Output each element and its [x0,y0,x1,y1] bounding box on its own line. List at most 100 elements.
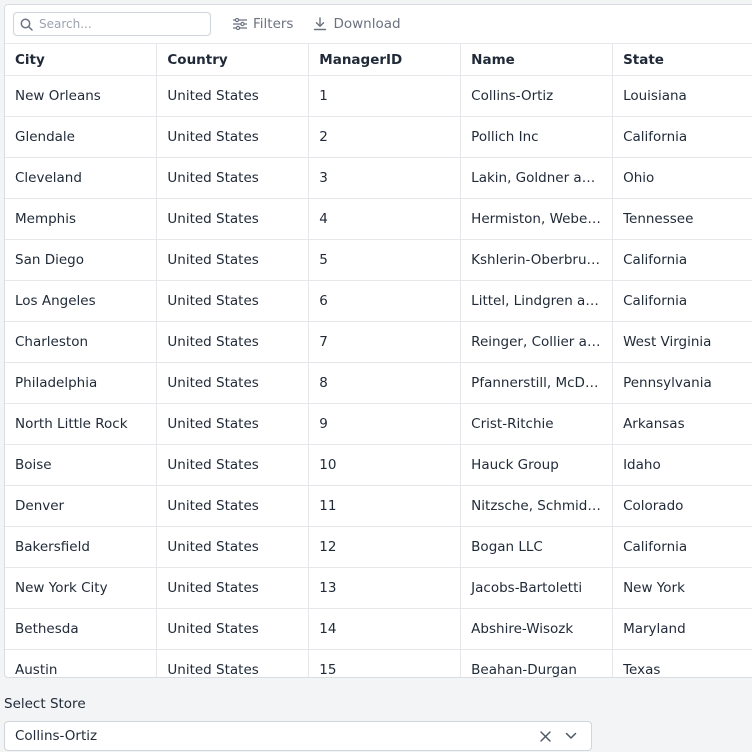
filters-button[interactable]: Filters [233,16,293,32]
cell-city: Denver [5,485,158,527]
table-row[interactable]: Glendale United States 2 Pollich Inc Califor… [5,116,752,158]
table-row[interactable]: New Orleans United States 1 Collins-Ortiz Lo… [5,75,752,117]
table-row[interactable]: San Diego United States 5 Kshlerin-Oberbrun… [5,239,752,281]
data-table-panel: Filters Download City Country ManagerID … [4,4,752,678]
cell-state: California [612,239,752,281]
cell-managerid: 6 [308,280,462,322]
table-row[interactable]: North Little Rock United States 9 Crist-Rit… [5,403,752,445]
column-header-name[interactable]: Name [460,43,614,76]
cell-name: Nitzsche, Schmidt ... [460,485,614,527]
table-row[interactable]: Austin United States 15 Beahan-Durgan Texas [5,649,752,677]
cell-state: Pennsylvania [612,362,752,404]
search-box[interactable] [13,12,211,36]
cell-managerid: 8 [308,362,462,404]
cell-city: San Diego [5,239,158,281]
cell-city: Philadelphia [5,362,158,404]
cell-city: Boise [5,444,158,486]
cell-managerid: 9 [308,403,462,445]
cell-state: California [612,280,752,322]
filter-lines-icon [233,18,247,30]
table-row[interactable]: Cleveland United States 3 Lakin, Goldner an… [5,157,752,199]
cell-name: Abshire-Wisozk [460,608,614,650]
cell-city: Los Angeles [5,280,158,322]
cell-country: United States [156,280,310,322]
cell-managerid: 10 [308,444,462,486]
cell-state: Idaho [612,444,752,486]
cell-country: United States [156,157,310,199]
cell-city: Cleveland [5,157,158,199]
cell-country: United States [156,116,310,158]
cell-country: United States [156,239,310,281]
cell-city: Memphis [5,198,158,240]
table-row[interactable]: Philadelphia United States 8 Pfannerstill, … [5,362,752,404]
cell-city: Austin [5,649,158,677]
cell-name: Reinger, Collier an... [460,321,614,363]
cell-state: Colorado [612,485,752,527]
cell-name: Lakin, Goldner and... [460,157,614,199]
table-row[interactable]: Charleston United States 7 Reinger, Collier… [5,321,752,363]
cell-country: United States [156,403,310,445]
table-row[interactable]: Boise United States 10 Hauck Group Idaho [5,444,752,486]
column-header-managerid[interactable]: ManagerID [308,43,462,76]
cell-country: United States [156,567,310,609]
download-icon [314,17,327,31]
cell-name: Hauck Group [460,444,614,486]
cell-state: Tennessee [612,198,752,240]
cell-managerid: 11 [308,485,462,527]
cell-city: New York City [5,567,158,609]
cell-state: Louisiana [612,75,752,117]
cell-city: Charleston [5,321,158,363]
cell-managerid: 12 [308,526,462,568]
cell-name: Crist-Ritchie [460,403,614,445]
select-store-label: Select Store [4,696,86,712]
select-store-value: Collins-Ortiz [15,728,98,744]
cell-city: Bethesda [5,608,158,650]
dropdown-toggle[interactable] [561,732,581,740]
cell-city: Glendale [5,116,158,158]
clear-selection-button[interactable] [535,730,555,742]
cell-name: Pfannerstill, McDe... [460,362,614,404]
column-header-state[interactable]: State [612,43,752,76]
cell-city: North Little Rock [5,403,158,445]
table-row[interactable]: Bethesda United States 14 Abshire-Wisozk Mar… [5,608,752,650]
cell-name: Kshlerin-Oberbrun... [460,239,614,281]
cell-country: United States [156,362,310,404]
cell-name: Littel, Lindgren an... [460,280,614,322]
cell-managerid: 15 [308,649,462,677]
cell-managerid: 4 [308,198,462,240]
table-row[interactable]: Denver United States 11 Nitzsche, Schmidt .… [5,485,752,527]
cell-managerid: 13 [308,567,462,609]
cell-city: New Orleans [5,75,158,117]
column-header-country[interactable]: Country [156,43,310,76]
cell-country: United States [156,75,310,117]
cell-country: United States [156,485,310,527]
cell-managerid: 5 [308,239,462,281]
cell-state: Maryland [612,608,752,650]
cell-state: Ohio [612,157,752,199]
table-row[interactable]: Memphis United States 4 Hermiston, Weber ..… [5,198,752,240]
cell-name: Bogan LLC [460,526,614,568]
cell-country: United States [156,444,310,486]
table-header-row: City Country ManagerID Name State [5,43,752,76]
download-button[interactable]: Download [313,16,401,32]
cell-country: United States [156,608,310,650]
cell-name: Hermiston, Weber ... [460,198,614,240]
select-store-dropdown[interactable]: Collins-Ortiz [4,721,592,751]
table-body: New Orleans United States 1 Collins-Ortiz Lo… [5,75,752,677]
cell-state: West Virginia [612,321,752,363]
table-row[interactable]: Los Angeles United States 6 Littel, Lindgre… [5,280,752,322]
table-toolbar: Filters Download [5,5,752,43]
column-header-city[interactable]: City [5,43,158,76]
table-row[interactable]: Bakersfield United States 12 Bogan LLC Calif… [5,526,752,568]
cell-managerid: 1 [308,75,462,117]
download-label: Download [333,16,401,32]
stores-table: City Country ManagerID Name State New Or… [5,43,752,677]
cell-managerid: 3 [308,157,462,199]
table-row[interactable]: New York City United States 13 Jacobs-Barto… [5,567,752,609]
cell-name: Collins-Ortiz [460,75,614,117]
cell-managerid: 14 [308,608,462,650]
cell-name: Jacobs-Bartoletti [460,567,614,609]
cell-managerid: 2 [308,116,462,158]
search-input[interactable] [39,17,189,31]
cell-country: United States [156,526,310,568]
